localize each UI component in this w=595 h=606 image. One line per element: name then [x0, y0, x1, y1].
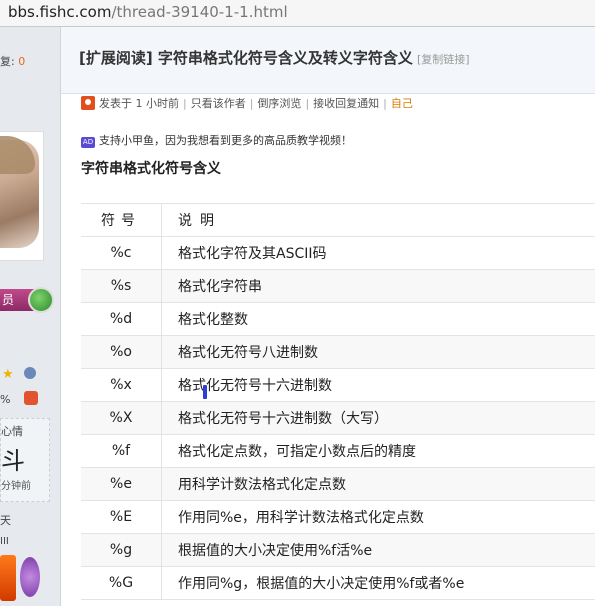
vip-badge[interactable]: 员 — [0, 287, 54, 313]
reply-notify-link[interactable]: 接收回复通知 — [313, 97, 379, 110]
mood-time: 分钟前 — [1, 481, 31, 492]
level-text: III — [0, 536, 9, 547]
ad-text: 支持小甲鱼，因为我想看到更多的高品质教学视频！ — [99, 134, 352, 147]
cell-symbol: %E — [81, 500, 162, 534]
mood-value: 斗 — [1, 447, 25, 475]
cell-symbol: %c — [81, 236, 162, 270]
percent-text: % — [0, 393, 11, 406]
post-meta: 发表于 1 小时前 | 只看该作者 | 倒序浏览 | 接收回复通知 | 自己 — [81, 95, 413, 115]
user-icon[interactable] — [24, 367, 36, 379]
cell-description: 格式化无符号八进制数 — [161, 335, 595, 369]
medal-purple-icon[interactable] — [20, 557, 40, 597]
url-path: /thread-39140-1-1.html — [111, 3, 288, 21]
cell-symbol: %s — [81, 269, 162, 303]
cell-description: 格式化字符串 — [161, 269, 595, 303]
table-row: %E 作用同%e，用科学计数法格式化定点数 — [81, 500, 595, 534]
cell-symbol: %d — [81, 302, 162, 336]
avatar[interactable] — [0, 131, 44, 261]
url-domain: bbs.fishc.com — [8, 3, 112, 21]
cell-symbol: %x — [81, 368, 162, 402]
cell-description: 格式化定点数，可指定小数点后的精度 — [161, 434, 595, 468]
copy-link-button[interactable]: [复制链接] — [417, 53, 470, 66]
ad-icon: AD — [81, 137, 95, 148]
cell-description: 格式化整数 — [161, 302, 595, 336]
self-link[interactable]: 自己 — [391, 97, 413, 110]
medal-icon[interactable] — [0, 555, 16, 601]
header-description: 说明 — [161, 203, 595, 237]
title-bar: [扩展阅读] 字符串格式化符号含义及转义字符含义 [复制链接] — [61, 27, 595, 94]
cell-symbol: %f — [81, 434, 162, 468]
page-title: [扩展阅读] 字符串格式化符号含义及转义字符含义 [复制链接] — [79, 47, 470, 68]
format-table: 符号 说明 %c 格式化字符及其ASCII码 %s 格式化字符串 %d 格式化整数 %… — [81, 203, 595, 600]
reverse-order-link[interactable]: 倒序浏览 — [257, 97, 301, 110]
cell-description: 格式化无符号十六进制数（大写） — [161, 401, 595, 435]
star-icon: ★ — [2, 367, 14, 382]
reply-count-value: 0 — [18, 55, 26, 68]
address-bar[interactable]: bbs.fishc.com/thread-39140-1-1.html — [0, 0, 595, 27]
reply-label: 复: — [0, 55, 15, 68]
weibo-icon[interactable] — [24, 391, 38, 405]
separator: | — [383, 97, 387, 110]
cell-description: 根据值的大小决定使用%f活%e — [161, 533, 595, 567]
table-row: %o 格式化无符号八进制数 — [81, 335, 595, 369]
table-row: %d 格式化整数 — [81, 302, 595, 336]
header-symbol: 符号 — [81, 203, 162, 237]
vip-orb-icon — [28, 287, 54, 313]
cell-description: 格式化字符及其ASCII码 — [161, 236, 595, 270]
avatar-hair — [0, 136, 35, 174]
cell-symbol: %o — [81, 335, 162, 369]
separator: | — [249, 97, 254, 110]
table-row: %g 根据值的大小决定使用%f活%e — [81, 533, 595, 567]
table-row: %s 格式化字符串 — [81, 269, 595, 303]
cell-symbol: %G — [81, 566, 162, 600]
days-text: 天 — [0, 514, 11, 527]
poster-icon — [81, 96, 95, 110]
table-row: %c 格式化字符及其ASCII码 — [81, 236, 595, 270]
separator: | — [305, 97, 310, 110]
table-row: %e 用科学计数法格式化定点数 — [81, 467, 595, 501]
mood-label: 心情 — [1, 425, 23, 438]
table-row: %f 格式化定点数，可指定小数点后的精度 — [81, 434, 595, 468]
separator: | — [183, 97, 187, 110]
section-title: 字符串格式化符号含义 — [81, 161, 221, 177]
vip-label: 员 — [2, 293, 15, 307]
text-cursor-icon — [203, 385, 207, 399]
ad-line[interactable]: AD 支持小甲鱼，因为我想看到更多的高品质教学视频！ — [81, 132, 352, 148]
mood-box: 心情 斗 分钟前 — [0, 418, 50, 502]
only-author-link[interactable]: 只看该作者 — [191, 97, 246, 110]
cell-description: 用科学计数法格式化定点数 — [161, 467, 595, 501]
cell-description: 格式化无符号十六进制数 — [161, 368, 595, 402]
cell-symbol: %g — [81, 533, 162, 567]
table-row: %x 格式化无符号十六进制数 — [81, 368, 595, 402]
cell-description: 作用同%g，根据值的大小决定使用%f或者%e — [161, 566, 595, 600]
reply-count: 复: 0 — [0, 53, 25, 69]
user-sidebar: 复: 0 员 ★ % 心情 斗 分钟前 天 III — [0, 27, 61, 606]
url-text[interactable]: bbs.fishc.com/thread-39140-1-1.html — [8, 3, 288, 21]
cell-description: 作用同%e，用科学计数法格式化定点数 — [161, 500, 595, 534]
table-row: %G 作用同%g，根据值的大小决定使用%f或者%e — [81, 566, 595, 600]
table-header-row: 符号 说明 — [81, 203, 595, 237]
post-content: [扩展阅读] 字符串格式化符号含义及转义字符含义 [复制链接] 发表于 1 小时前… — [61, 27, 595, 606]
table-row: %X 格式化无符号十六进制数（大写） — [81, 401, 595, 435]
post-time: 发表于 1 小时前 — [99, 97, 179, 110]
cell-symbol: %e — [81, 467, 162, 501]
post-title: [扩展阅读] 字符串格式化符号含义及转义字符含义 — [79, 49, 413, 67]
cell-symbol: %X — [81, 401, 162, 435]
